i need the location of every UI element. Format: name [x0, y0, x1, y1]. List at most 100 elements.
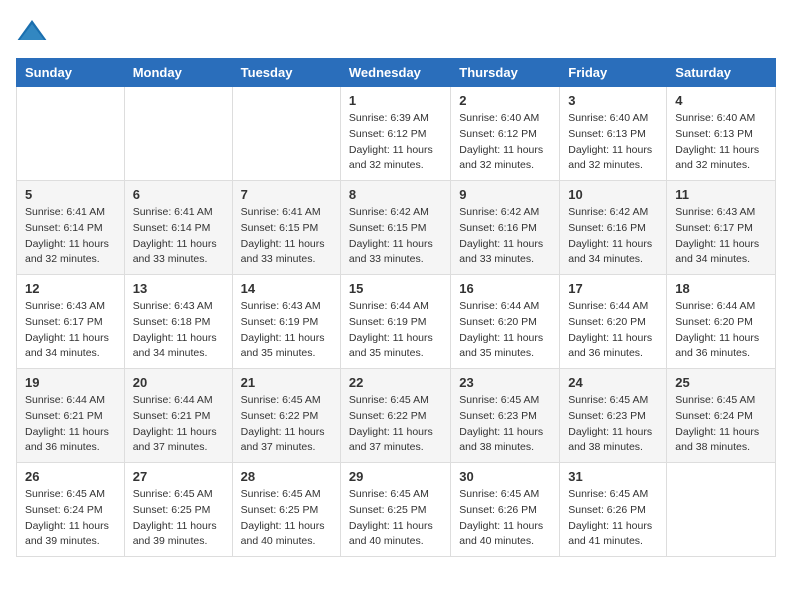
calendar-cell: 19 Sunrise: 6:44 AMSunset: 6:21 PMDayligh… [17, 369, 125, 463]
column-header-wednesday: Wednesday [340, 59, 450, 87]
calendar-cell [232, 87, 340, 181]
day-number: 8 [349, 187, 442, 202]
day-number: 12 [25, 281, 116, 296]
day-info: Sunrise: 6:45 AMSunset: 6:24 PMDaylight:… [25, 487, 116, 550]
calendar-cell: 24Sunrise: 6:45 AMSunset: 6:23 PMDayligh… [560, 369, 667, 463]
day-info: Sunrise: 6:43 AMSunset: 6:18 PMDaylight:… [133, 299, 224, 362]
day-info: Sunrise: 6:45 AMSunset: 6:24 PMDaylight:… [675, 393, 767, 456]
column-header-monday: Monday [124, 59, 232, 87]
calendar-cell: 29 Sunrise: 6:45 AMSunset: 6:25 PMDayligh… [340, 463, 450, 557]
day-number: 19 [25, 375, 116, 390]
calendar-cell: 30 Sunrise: 6:45 AMSunset: 6:26 PMDayligh… [451, 463, 560, 557]
day-number: 15 [349, 281, 442, 296]
calendar-cell: 1 Sunrise: 6:39 AMSunset: 6:12 PMDaylight… [340, 87, 450, 181]
day-number: 13 [133, 281, 224, 296]
calendar-cell: 3 Sunrise: 6:40 AMSunset: 6:13 PMDaylight… [560, 87, 667, 181]
day-info: Sunrise: 6:45 AMSunset: 6:22 PMDaylight:… [241, 393, 332, 456]
day-info: Sunrise: 6:44 AMSunset: 6:20 PMDaylight:… [459, 299, 551, 362]
day-number: 30 [459, 469, 551, 484]
calendar-cell: 21 Sunrise: 6:45 AMSunset: 6:22 PMDayligh… [232, 369, 340, 463]
day-number: 7 [241, 187, 332, 202]
column-header-saturday: Saturday [667, 59, 776, 87]
day-info: Sunrise: 6:45 AMSunset: 6:25 PMDaylight:… [349, 487, 442, 550]
day-number: 11 [675, 187, 767, 202]
day-info: Sunrise: 6:40 AMSunset: 6:13 PMDaylight:… [568, 111, 658, 174]
day-number: 23 [459, 375, 551, 390]
day-number: 6 [133, 187, 224, 202]
day-info: Sunrise: 6:44 AMSunset: 6:20 PMDaylight:… [675, 299, 767, 362]
day-info: Sunrise: 6:45 AMSunset: 6:22 PMDaylight:… [349, 393, 442, 456]
day-info: Sunrise: 6:40 AMSunset: 6:12 PMDaylight:… [459, 111, 551, 174]
day-number: 18 [675, 281, 767, 296]
calendar-cell: 6 Sunrise: 6:41 AMSunset: 6:14 PMDaylight… [124, 181, 232, 275]
day-info: Sunrise: 6:41 AMSunset: 6:15 PMDaylight:… [241, 205, 332, 268]
day-number: 22 [349, 375, 442, 390]
calendar-cell [17, 87, 125, 181]
calendar-cell: 27 Sunrise: 6:45 AMSunset: 6:25 PMDayligh… [124, 463, 232, 557]
day-number: 10 [568, 187, 658, 202]
calendar-cell: 17 Sunrise: 6:44 AMSunset: 6:20 PMDayligh… [560, 275, 667, 369]
day-number: 25 [675, 375, 767, 390]
calendar-cell: 16 Sunrise: 6:44 AMSunset: 6:20 PMDayligh… [451, 275, 560, 369]
calendar-cell: 11 Sunrise: 6:43 AMSunset: 6:17 PMDayligh… [667, 181, 776, 275]
day-info: Sunrise: 6:44 AMSunset: 6:19 PMDaylight:… [349, 299, 442, 362]
calendar-cell: 7 Sunrise: 6:41 AMSunset: 6:15 PMDaylight… [232, 181, 340, 275]
day-number: 31 [568, 469, 658, 484]
day-info: Sunrise: 6:42 AMSunset: 6:16 PMDaylight:… [568, 205, 658, 268]
day-number: 1 [349, 93, 442, 108]
calendar-cell: 14Sunrise: 6:43 AMSunset: 6:19 PMDayligh… [232, 275, 340, 369]
day-number: 3 [568, 93, 658, 108]
day-info: Sunrise: 6:43 AMSunset: 6:17 PMDaylight:… [675, 205, 767, 268]
calendar-week-row: 19 Sunrise: 6:44 AMSunset: 6:21 PMDayligh… [17, 369, 776, 463]
day-number: 2 [459, 93, 551, 108]
calendar-cell: 8 Sunrise: 6:42 AMSunset: 6:15 PMDaylight… [340, 181, 450, 275]
day-number: 21 [241, 375, 332, 390]
calendar-cell: 4Sunrise: 6:40 AMSunset: 6:13 PMDaylight… [667, 87, 776, 181]
calendar-week-row: 26 Sunrise: 6:45 AMSunset: 6:24 PMDayligh… [17, 463, 776, 557]
column-header-tuesday: Tuesday [232, 59, 340, 87]
column-header-friday: Friday [560, 59, 667, 87]
day-number: 27 [133, 469, 224, 484]
calendar-cell: 13 Sunrise: 6:43 AMSunset: 6:18 PMDayligh… [124, 275, 232, 369]
calendar-cell: 20Sunrise: 6:44 AMSunset: 6:21 PMDayligh… [124, 369, 232, 463]
day-info: Sunrise: 6:43 AMSunset: 6:19 PMDaylight:… [241, 299, 332, 362]
day-number: 26 [25, 469, 116, 484]
day-number: 24 [568, 375, 658, 390]
day-number: 5 [25, 187, 116, 202]
day-info: Sunrise: 6:44 AMSunset: 6:20 PMDaylight:… [568, 299, 658, 362]
day-info: Sunrise: 6:45 AMSunset: 6:26 PMDaylight:… [459, 487, 551, 550]
day-info: Sunrise: 6:39 AMSunset: 6:12 PMDaylight:… [349, 111, 442, 174]
calendar-cell [667, 463, 776, 557]
calendar-cell: 9 Sunrise: 6:42 AMSunset: 6:16 PMDaylight… [451, 181, 560, 275]
day-info: Sunrise: 6:41 AMSunset: 6:14 PMDaylight:… [25, 205, 116, 268]
day-number: 29 [349, 469, 442, 484]
calendar-cell: 28 Sunrise: 6:45 AMSunset: 6:25 PMDayligh… [232, 463, 340, 557]
logo-icon [16, 16, 48, 48]
calendar-cell: 25 Sunrise: 6:45 AMSunset: 6:24 PMDayligh… [667, 369, 776, 463]
calendar-cell [124, 87, 232, 181]
day-number: 9 [459, 187, 551, 202]
day-info: Sunrise: 6:42 AMSunset: 6:15 PMDaylight:… [349, 205, 442, 268]
day-number: 4 [675, 93, 767, 108]
day-info: Sunrise: 6:43 AMSunset: 6:17 PMDaylight:… [25, 299, 116, 362]
calendar-cell: 15 Sunrise: 6:44 AMSunset: 6:19 PMDayligh… [340, 275, 450, 369]
day-info: Sunrise: 6:45 AMSunset: 6:25 PMDaylight:… [133, 487, 224, 550]
calendar-table: SundayMondayTuesdayWednesdayThursdayFrid… [16, 58, 776, 557]
column-header-sunday: Sunday [17, 59, 125, 87]
calendar-cell: 5 Sunrise: 6:41 AMSunset: 6:14 PMDaylight… [17, 181, 125, 275]
day-info: Sunrise: 6:42 AMSunset: 6:16 PMDaylight:… [459, 205, 551, 268]
calendar-cell: 12 Sunrise: 6:43 AMSunset: 6:17 PMDayligh… [17, 275, 125, 369]
logo [16, 16, 52, 48]
day-info: Sunrise: 6:45 AMSunset: 6:25 PMDaylight:… [241, 487, 332, 550]
day-info: Sunrise: 6:44 AMSunset: 6:21 PMDaylight:… [25, 393, 116, 456]
day-info: Sunrise: 6:44 AMSunset: 6:21 PMDaylight:… [133, 393, 224, 456]
calendar-cell: 10 Sunrise: 6:42 AMSunset: 6:16 PMDayligh… [560, 181, 667, 275]
day-number: 17 [568, 281, 658, 296]
calendar-cell: 31 Sunrise: 6:45 AMSunset: 6:26 PMDayligh… [560, 463, 667, 557]
calendar-week-row: 1 Sunrise: 6:39 AMSunset: 6:12 PMDaylight… [17, 87, 776, 181]
day-info: Sunrise: 6:41 AMSunset: 6:14 PMDaylight:… [133, 205, 224, 268]
day-number: 16 [459, 281, 551, 296]
day-info: Sunrise: 6:45 AMSunset: 6:26 PMDaylight:… [568, 487, 658, 550]
day-number: 28 [241, 469, 332, 484]
calendar-cell: 2 Sunrise: 6:40 AMSunset: 6:12 PMDaylight… [451, 87, 560, 181]
